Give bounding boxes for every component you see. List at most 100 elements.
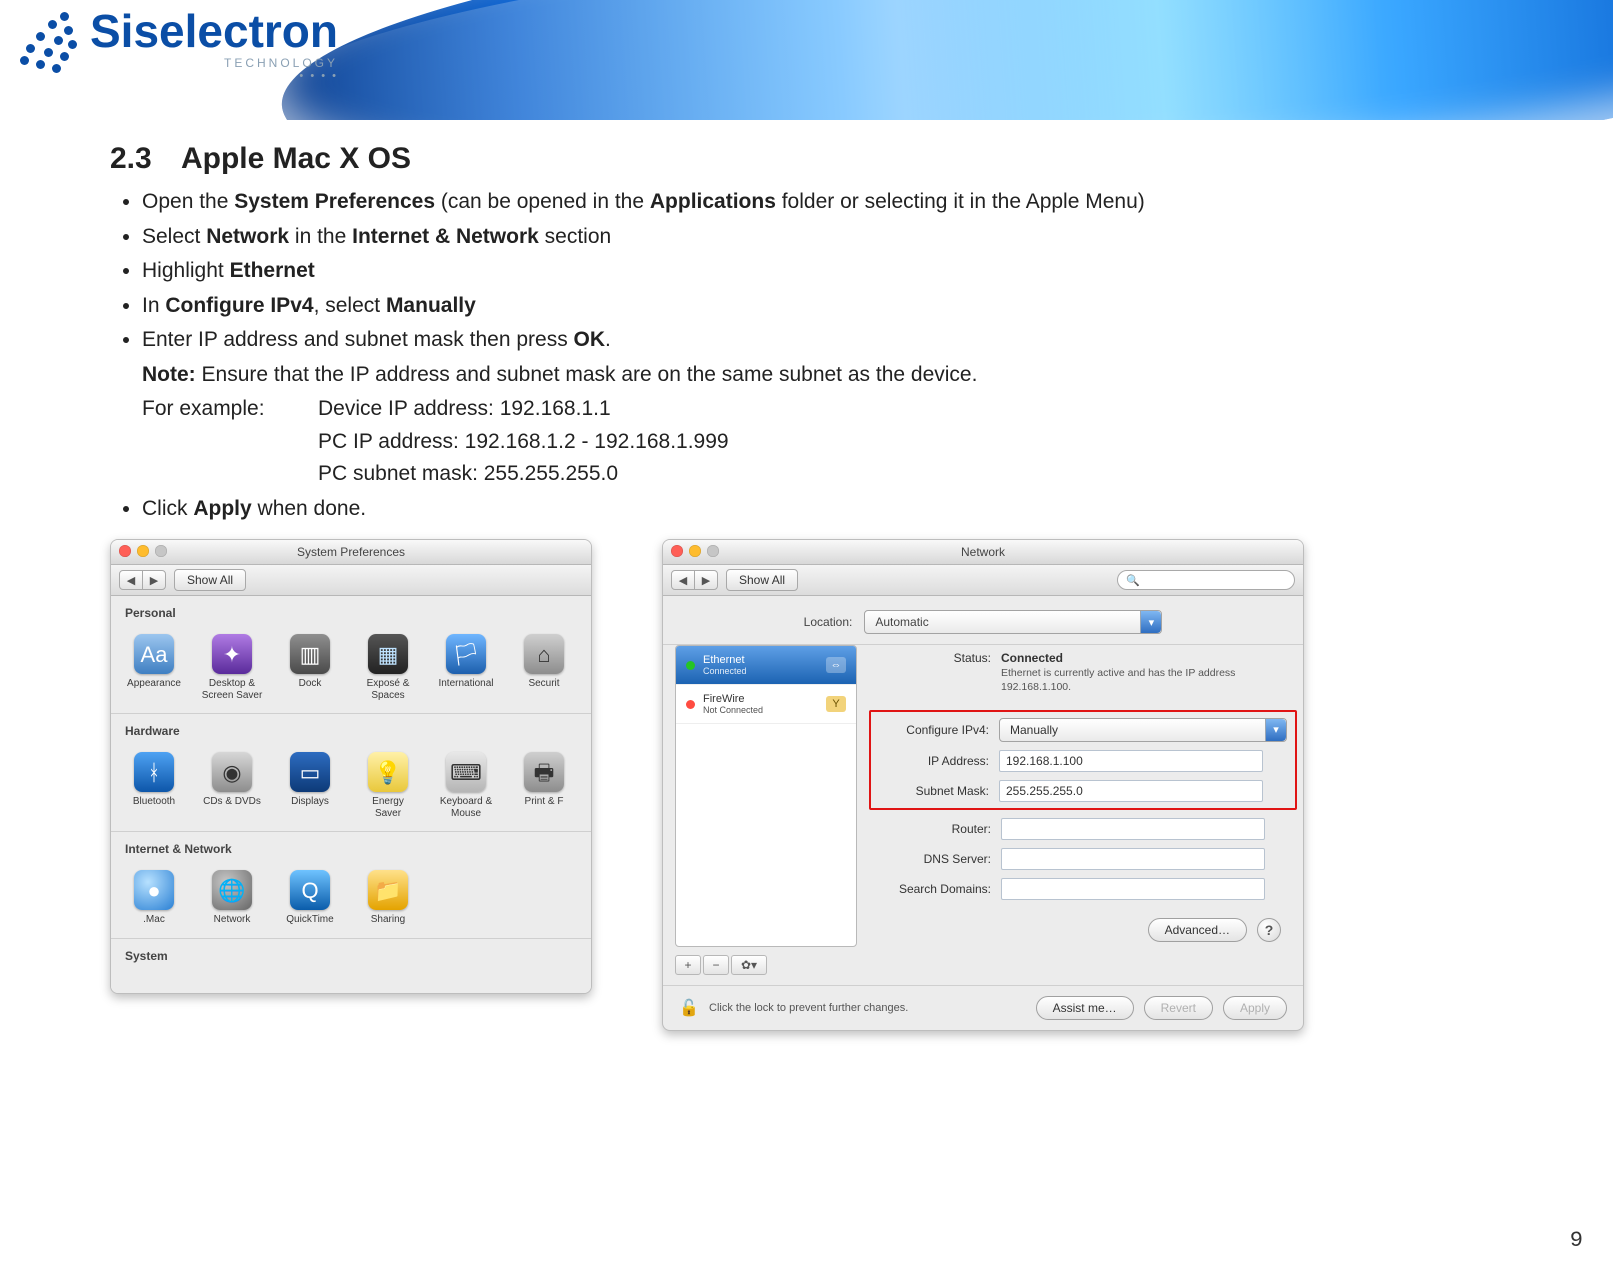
search-icon: 🔍 — [1126, 574, 1140, 587]
step-1: Open the System Preferences (can be open… — [142, 186, 1510, 219]
pref-displays[interactable]: ▭Displays — [271, 746, 349, 821]
window-traffic-lights[interactable] — [119, 545, 167, 557]
forward-icon[interactable]: ▶ — [694, 571, 717, 589]
pref-international[interactable]: 🏳International — [427, 628, 505, 703]
show-all-button[interactable]: Show All — [174, 569, 246, 591]
security-icon: ⌂ — [524, 634, 564, 674]
status-dot-icon — [686, 661, 695, 670]
zoom-icon[interactable] — [155, 545, 167, 557]
bluetooth-icon: ᚼ — [134, 752, 174, 792]
nav-back-forward[interactable]: ◀ ▶ — [119, 570, 166, 590]
help-button[interactable]: ? — [1257, 918, 1281, 942]
lock-row: 🔓 Click the lock to prevent further chan… — [663, 985, 1303, 1030]
sharing-icon: 📁 — [368, 870, 408, 910]
pref-appearance[interactable]: AaAppearance — [115, 628, 193, 703]
header-banner: Siselectron TECHNOLOGY • • • • — [0, 0, 1613, 120]
apply-button[interactable]: Apply — [1223, 996, 1287, 1020]
highlighted-config-box: Configure IPv4: Manually ▾ IP Address: — [869, 710, 1297, 810]
pref-network[interactable]: 🌐Network — [193, 864, 271, 928]
interface-firewire[interactable]: FireWire Not Connected Y — [676, 685, 856, 724]
pref-keyboard[interactable]: ⌨Keyboard & Mouse — [427, 746, 505, 821]
pref-print[interactable]: 🖶Print & F — [505, 746, 583, 821]
ip-address-input[interactable]: 192.168.1.100 — [999, 750, 1263, 772]
back-icon[interactable]: ◀ — [120, 571, 142, 589]
dock-icon: ▥ — [290, 634, 330, 674]
interface-ethernet[interactable]: Ethernet Connected ⇔ — [676, 646, 856, 685]
status-dot-icon — [686, 700, 695, 709]
interface-list: Ethernet Connected ⇔ FireWire Not Connec… — [675, 645, 857, 947]
step-5: Enter IP address and subnet mask then pr… — [142, 324, 1510, 491]
search-input[interactable]: 🔍 — [1117, 570, 1295, 590]
chevron-down-icon: ▾ — [1265, 719, 1286, 741]
step-6: Click Apply when done. — [142, 493, 1510, 526]
router-input[interactable] — [1001, 818, 1265, 840]
back-icon[interactable]: ◀ — [672, 571, 694, 589]
status-label: Status: — [873, 651, 991, 665]
interface-actions-button[interactable]: ✿▾ — [731, 955, 767, 975]
router-label: Router: — [873, 822, 991, 836]
location-value: Automatic — [875, 615, 928, 629]
pref-sharing[interactable]: 📁Sharing — [349, 864, 427, 928]
energy-saver-icon: 💡 — [368, 752, 408, 792]
search-domains-label: Search Domains: — [873, 882, 991, 896]
pref-cds[interactable]: ◉CDs & DVDs — [193, 746, 271, 821]
zoom-icon[interactable] — [707, 545, 719, 557]
example-block: For example: Device IP address: 192.168.… — [142, 393, 1510, 491]
pref-desktop[interactable]: ✦Desktop & Screen Saver — [193, 628, 271, 703]
revert-button[interactable]: Revert — [1144, 996, 1213, 1020]
banner-shine — [254, 0, 1613, 120]
pref-quicktime[interactable]: QQuickTime — [271, 864, 349, 928]
content-area: 2.3 Apple Mac X OS Open the System Prefe… — [0, 120, 1580, 1071]
keyboard-mouse-icon: ⌨ — [446, 752, 486, 792]
subnet-mask-label: Subnet Mask: — [871, 784, 989, 798]
advanced-button[interactable]: Advanced… — [1148, 918, 1247, 942]
remove-interface-button[interactable]: − — [703, 955, 729, 975]
steps-list: Open the System Preferences (can be open… — [142, 186, 1510, 525]
minimize-icon[interactable] — [689, 545, 701, 557]
add-interface-button[interactable]: + — [675, 955, 701, 975]
pref-energy[interactable]: 💡Energy Saver — [349, 746, 427, 821]
show-all-button[interactable]: Show All — [726, 569, 798, 591]
dns-server-label: DNS Server: — [873, 852, 991, 866]
nav-back-forward[interactable]: ◀ ▶ — [671, 570, 718, 590]
quicktime-icon: Q — [290, 870, 330, 910]
sysprefs-toolbar: ◀ ▶ Show All — [111, 565, 591, 596]
international-icon: 🏳 — [446, 634, 486, 674]
status-description: Ethernet is currently active and has the… — [1001, 667, 1271, 693]
section-system: System — [111, 939, 591, 967]
pref-expose[interactable]: ▦Exposé & Spaces — [349, 628, 427, 703]
search-domains-input[interactable] — [1001, 878, 1265, 900]
minimize-icon[interactable] — [137, 545, 149, 557]
example-line-3: PC subnet mask: 255.255.255.0 — [318, 458, 729, 491]
subnet-mask-input[interactable]: 255.255.255.0 — [999, 780, 1263, 802]
page-number: 9 — [1570, 1228, 1583, 1253]
network-icon: 🌐 — [212, 870, 252, 910]
network-titlebar: Network — [663, 540, 1303, 565]
assist-me-button[interactable]: Assist me… — [1036, 996, 1134, 1020]
pref-dock[interactable]: ▥Dock — [271, 628, 349, 703]
configure-ipv4-dropdown[interactable]: Manually ▾ — [999, 718, 1287, 742]
section-title: Apple Mac X OS — [181, 142, 411, 175]
displays-icon: ▭ — [290, 752, 330, 792]
dot-mac-icon: ● — [134, 870, 174, 910]
example-label: For example: — [142, 393, 272, 491]
lock-icon[interactable]: 🔓 — [679, 998, 699, 1018]
window-traffic-lights[interactable] — [671, 545, 719, 557]
configure-ipv4-label: Configure IPv4: — [871, 723, 989, 737]
pref-security[interactable]: ⌂Securit — [505, 628, 583, 703]
forward-icon[interactable]: ▶ — [142, 571, 165, 589]
interface-details: Status: Connected Ethernet is currently … — [867, 645, 1304, 985]
expose-icon: ▦ — [368, 634, 408, 674]
pref-bluetooth[interactable]: ᚼBluetooth — [115, 746, 193, 821]
location-dropdown[interactable]: Automatic ▾ — [864, 610, 1162, 634]
network-toolbar: ◀ ▶ Show All 🔍 — [663, 565, 1303, 596]
dns-server-input[interactable] — [1001, 848, 1265, 870]
pref-mac[interactable]: ●.Mac — [115, 864, 193, 928]
example-line-2: PC IP address: 192.168.1.2 - 192.168.1.9… — [318, 426, 729, 459]
step-3: Highlight Ethernet — [142, 255, 1510, 288]
example-line-1: Device IP address: 192.168.1.1 — [318, 393, 729, 426]
close-icon[interactable] — [119, 545, 131, 557]
brand-block: Siselectron TECHNOLOGY • • • • — [10, 8, 338, 82]
close-icon[interactable] — [671, 545, 683, 557]
step-2: Select Network in the Internet & Network… — [142, 221, 1510, 254]
